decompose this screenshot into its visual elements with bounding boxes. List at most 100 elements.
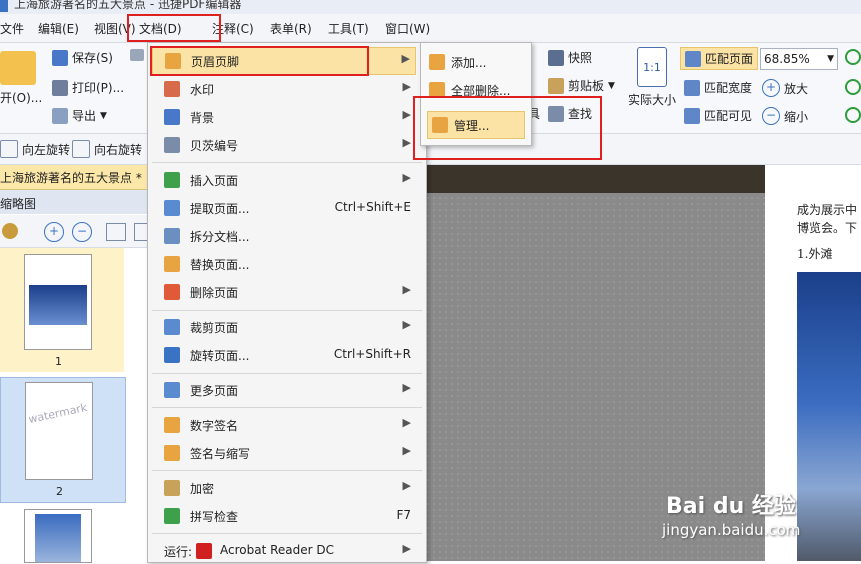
menu-item-label: 加密: [190, 482, 215, 496]
plus-icon: +: [762, 79, 780, 97]
save-label: 保存(S): [72, 51, 113, 65]
annotation-box-manage: [413, 96, 602, 160]
camera-icon: [548, 49, 564, 66]
menu-item-label: 提取页面...: [190, 202, 250, 216]
thumbnail-page-2[interactable]: watermark 2: [0, 377, 126, 503]
chevron-right-icon: ▶: [402, 416, 411, 429]
chevron-down-icon: ▼: [608, 80, 615, 91]
chevron-right-icon: ▶: [402, 542, 411, 555]
title-bar: 上海旅游著名的五大景点 - 迅捷PDF编辑器: [0, 0, 861, 14]
menu-watermark[interactable]: 水印 ▶: [148, 76, 426, 102]
menu-replace-pages[interactable]: 替换页面...: [148, 251, 426, 277]
green-plus-icon[interactable]: [845, 49, 861, 65]
background-icon: [164, 109, 180, 125]
menu-rotate-pages[interactable]: 旋转页面... Ctrl+Shift+R: [148, 342, 426, 368]
menu-extract-pages[interactable]: 提取页面... Ctrl+Shift+E: [148, 195, 426, 221]
add-circle-icon: [845, 49, 861, 65]
open-label: 开(O)...: [0, 91, 43, 105]
menu-item-label: 签名与缩写: [190, 447, 251, 461]
fit-width-label: 匹配宽度: [704, 81, 753, 95]
menu-sign-initials[interactable]: 签名与缩写 ▶: [148, 440, 426, 466]
menu-background[interactable]: 背景 ▶: [148, 104, 426, 130]
menu-item-label: 运行:: [164, 545, 193, 559]
window-title: 上海旅游著名的五大景点 - 迅捷PDF编辑器: [14, 0, 242, 11]
menu-digital-signature[interactable]: 数字签名 ▶: [148, 412, 426, 438]
menu-item-label: 拼写检查: [190, 510, 239, 524]
open-button[interactable]: 开(O)...: [0, 51, 42, 106]
chevron-right-icon: ▶: [402, 381, 411, 394]
zoom-in-thumb-icon[interactable]: +: [44, 222, 64, 242]
rotate-right-label: 向右旋转: [94, 142, 143, 157]
print-button[interactable]: 打印(P)...: [52, 79, 124, 96]
menu-crop-pages[interactable]: 裁剪页面 ▶: [148, 314, 426, 340]
chevron-right-icon: ▶: [401, 52, 410, 65]
split-icon: [164, 228, 180, 244]
menu-item-label: 水印: [190, 83, 215, 97]
zoom-out-button[interactable]: − 缩小: [762, 107, 808, 125]
actual-size-button[interactable]: 1:1 实际大小: [628, 47, 676, 108]
actual-size-label: 实际大小: [628, 93, 677, 107]
export-button[interactable]: 导出 ▼: [52, 107, 107, 124]
thumbnail-page-3[interactable]: [24, 509, 92, 563]
zoom-out-label: 缩小: [784, 109, 809, 124]
baidu-url: jingyan.baidu.com: [662, 521, 801, 539]
menu-spell-check[interactable]: 拼写检查 F7: [148, 503, 426, 529]
annotation-box-document-menu: [127, 14, 221, 42]
zoom-in-label: 放大: [784, 81, 809, 96]
save-button[interactable]: 保存(S): [52, 49, 113, 66]
spellcheck-icon: [164, 508, 180, 524]
thumbnail-header: 缩略图: [0, 190, 147, 214]
thumbnail-page-1[interactable]: 1: [0, 248, 124, 372]
menu-item-label: 替换页面...: [190, 258, 250, 272]
menu-run-with[interactable]: 运行: Acrobat Reader DC ▶: [148, 538, 426, 564]
menu-split-document[interactable]: 拆分文档...: [148, 223, 426, 249]
gear-icon[interactable]: [2, 223, 18, 239]
email-icon: [130, 49, 144, 61]
chevron-right-icon: ▶: [402, 318, 411, 331]
fit-page-button[interactable]: 匹配页面: [680, 47, 759, 70]
acrobat-icon: [196, 543, 212, 559]
fit-visible-button[interactable]: 匹配可见: [684, 107, 752, 124]
clipboard-button[interactable]: 剪贴板 ▼: [548, 77, 615, 94]
menu-item-label: 贝茨编号: [190, 139, 239, 153]
snapshot-button[interactable]: 快照: [548, 49, 592, 66]
menu-file[interactable]: 文件: [0, 20, 24, 37]
page-heading: 1.外滩: [797, 247, 833, 261]
fit-width-button[interactable]: 匹配宽度: [684, 79, 752, 96]
clipboard-label: 剪贴板: [568, 79, 605, 93]
zoom-select[interactable]: 68.85% ▼: [760, 48, 838, 70]
initials-icon: [164, 445, 180, 461]
rotate-thumb-icon[interactable]: [106, 223, 126, 241]
refresh-icon[interactable]: [845, 79, 861, 95]
actual-size-icon: 1:1: [637, 47, 667, 87]
export-label: 导出: [72, 109, 97, 123]
zoom-out-thumb-icon[interactable]: −: [72, 222, 92, 242]
zoom-value: 68.85%: [764, 52, 810, 66]
more-pages-icon: [164, 382, 180, 398]
menu-window[interactable]: 窗口(W): [385, 20, 430, 37]
menu-edit[interactable]: 编辑(E): [38, 20, 79, 37]
export-icon: [52, 107, 68, 124]
submenu-label: 添加...: [451, 56, 487, 70]
menu-bates-numbering[interactable]: 贝茨编号 ▶: [148, 132, 426, 158]
menu-insert-pages[interactable]: 插入页面 ▶: [148, 167, 426, 193]
submenu-add[interactable]: 添加...: [425, 49, 525, 75]
rotate-right-button[interactable]: 向右旋转: [72, 140, 142, 158]
menu-encrypt[interactable]: 加密 ▶: [148, 475, 426, 501]
menu-form[interactable]: 表单(R): [270, 20, 312, 37]
refresh-icon-2[interactable]: [845, 107, 861, 123]
snapshot-label: 快照: [568, 51, 593, 65]
lock-icon: [164, 480, 180, 496]
zoom-in-button[interactable]: + 放大: [762, 79, 808, 97]
menu-tools[interactable]: 工具(T): [328, 20, 369, 37]
menu-delete-pages[interactable]: 删除页面 ▶: [148, 279, 426, 305]
page-number: 2: [56, 485, 63, 498]
menu-more-pages[interactable]: 更多页面 ▶: [148, 377, 426, 403]
document-tab[interactable]: 上海旅游著名的五大景点 *: [0, 165, 147, 190]
mail-icon[interactable]: [130, 49, 144, 61]
rotate-thumb-icon-2[interactable]: [134, 223, 148, 241]
chevron-right-icon: ▶: [402, 171, 411, 184]
chevron-down-icon: ▼: [827, 54, 834, 64]
rotate-left-label: 向左旋转: [22, 142, 71, 157]
rotate-left-button[interactable]: 向左旋转: [0, 140, 70, 158]
